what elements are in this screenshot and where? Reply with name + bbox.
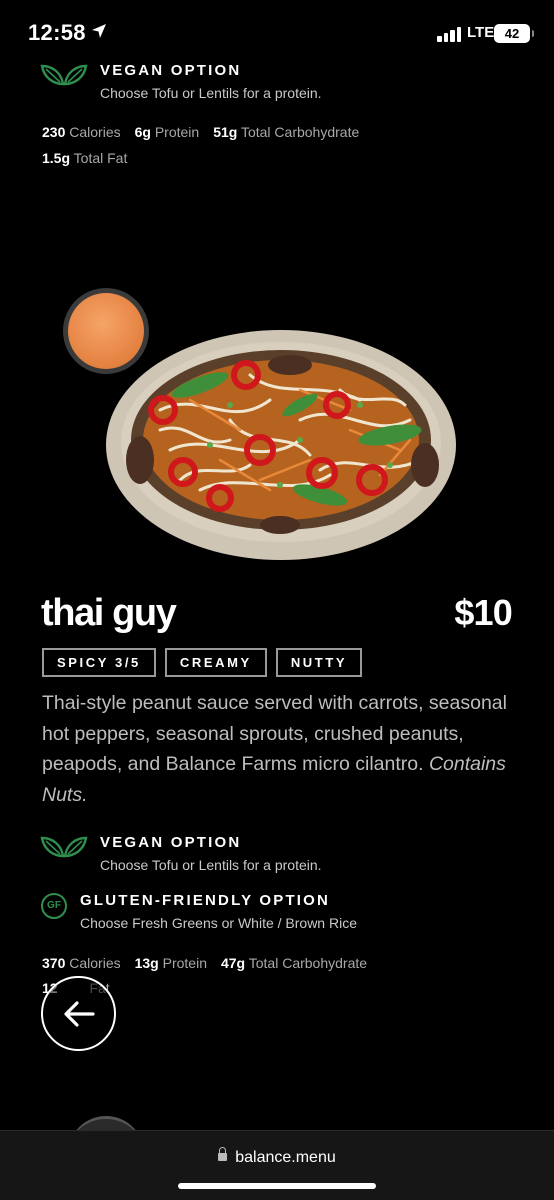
arrow-left-icon — [63, 1000, 95, 1027]
gluten-option-desc: Choose Fresh Greens or White / Brown Ric… — [80, 915, 357, 931]
back-button[interactable] — [41, 976, 116, 1051]
tag-spicy: SPICY 3/5 — [42, 648, 156, 677]
home-indicator[interactable] — [178, 1183, 376, 1189]
location-arrow-icon — [92, 24, 106, 38]
leaves-icon — [40, 64, 88, 86]
item-price: $10 — [454, 592, 512, 633]
thai-guy-bowl-image — [63, 288, 456, 560]
nutrition-line-top-1: 230 Calories 6g Protein 51g Total Carbohyd… — [42, 124, 360, 140]
nutrition-line-1: 370 Calories 13g Protein 47g Total Carbohy… — [42, 955, 368, 971]
tag-nutty: NUTTY — [275, 648, 363, 677]
lock-icon — [218, 1147, 228, 1161]
tag-creamy: CREAMY — [164, 648, 267, 677]
vegan-option-desc: Choose Tofu or Lentils for a protein. — [100, 857, 322, 873]
gluten-option-title: GLUTEN-FRIENDLY OPTION — [80, 892, 331, 909]
vegan-option-title: VEGAN OPTION — [100, 834, 242, 851]
browser-address-bar[interactable]: balance.menu — [0, 1130, 554, 1200]
item-description: Thai-style peanut sauce served with carr… — [42, 692, 507, 806]
status-bar: 12:58 LTE 42 — [0, 0, 554, 66]
leaves-icon — [40, 836, 88, 858]
vegan-option-title: VEGAN OPTION — [100, 62, 242, 79]
nutrition-line-top-2: 1.5g Total Fat — [42, 150, 128, 166]
vegan-option-desc: Choose Tofu or Lentils for a protein. — [100, 85, 322, 101]
gluten-free-icon: GF — [41, 893, 67, 919]
battery-icon: 42 — [494, 24, 534, 43]
item-name: thai guy — [41, 592, 177, 634]
cellular-signal-icon — [437, 26, 463, 42]
status-time: 12:58 — [28, 20, 86, 45]
url-display[interactable]: balance.menu — [0, 1147, 554, 1167]
network-type: LTE — [467, 24, 495, 41]
item-tags: SPICY 3/5 CREAMY NUTTY — [42, 648, 363, 677]
